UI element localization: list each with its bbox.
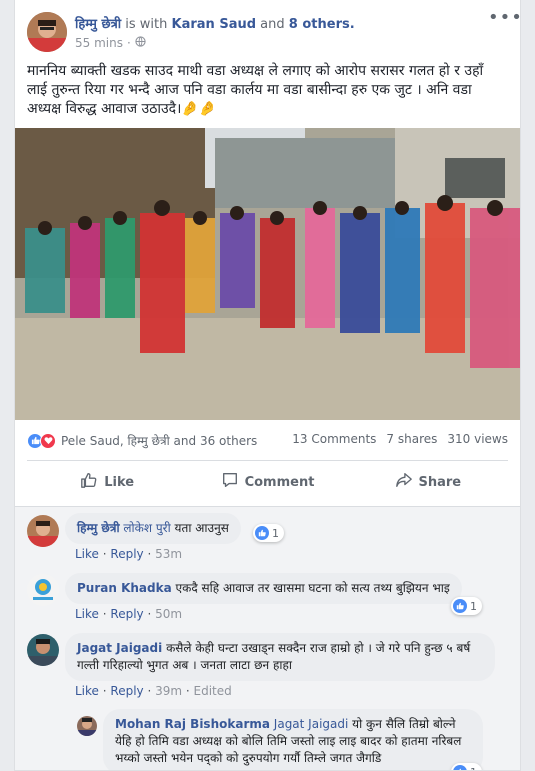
comment-time[interactable]: 50m [155, 607, 182, 621]
comment-text: एकदै सहि आवाज तर खासमा घटना को सत्य तथ्य… [175, 581, 450, 595]
comment-bubble: Puran Khadka एकदै सहि आवाज तर खासमा घटना… [65, 573, 462, 604]
comment-meta: Like · Reply · 39m · Edited [75, 684, 232, 698]
comment-reaction-badge[interactable]: 1 [253, 524, 284, 542]
post-time[interactable]: 55 mins [75, 36, 123, 50]
reply-avatar[interactable] [77, 716, 97, 736]
like-reaction-icon [453, 599, 467, 613]
comment-author[interactable]: हिम्मु छेत्री [77, 521, 120, 535]
others-link[interactable]: 8 others. [289, 17, 355, 32]
post-photo[interactable] [15, 128, 520, 420]
like-label: Like [104, 474, 135, 490]
reply-tag[interactable]: Jagat Jaigadi [274, 717, 349, 731]
time-separator: · [126, 36, 131, 50]
comment-time[interactable]: 53m [155, 547, 182, 561]
reply-bubble: Mohan Raj Bishokarma Jagat Jaigadi यो कु… [103, 709, 483, 770]
post-title-line: हिम्मु छेत्री is with Karan Saud and 8 o… [75, 14, 478, 32]
reply-reaction-badge[interactable]: 1 [451, 763, 482, 771]
stats-divider [27, 460, 508, 461]
commenter-avatar[interactable] [27, 574, 59, 606]
reaction-count: 1 [470, 599, 477, 613]
reactors-text[interactable]: Pele Saud, हिम्मु छेत्री and 36 others [61, 432, 257, 449]
comment-meta: Like · Reply · 50m [75, 607, 183, 621]
tagged-person[interactable]: Karan Saud [172, 17, 257, 32]
author-avatar[interactable] [27, 12, 67, 52]
post-card: हिम्मु छेत्री is with Karan Saud and 8 o… [14, 0, 521, 771]
comment-edited[interactable]: Edited [194, 684, 232, 698]
with-text: is with [125, 17, 168, 32]
more-options-icon[interactable]: ••• [488, 9, 520, 28]
commenter-avatar[interactable] [27, 634, 59, 666]
like-reaction-icon [255, 526, 269, 540]
comment-reply-link[interactable]: Reply [110, 547, 143, 561]
comment-like-link[interactable]: Like [75, 607, 99, 621]
comment-like-link[interactable]: Like [75, 547, 99, 561]
share-label: Share [418, 474, 462, 490]
reaction-count: 1 [272, 526, 279, 540]
author-name[interactable]: हिम्मु छेत्री [75, 17, 121, 32]
love-reaction-icon [40, 432, 56, 449]
like-reaction-icon [453, 765, 467, 770]
comment-tag[interactable]: लोकेश पुरी [123, 521, 170, 535]
comment-button[interactable]: Comment [187, 466, 347, 498]
comment-bubble-icon [221, 471, 239, 493]
comments-count[interactable]: 13 Comments [292, 432, 376, 446]
comments-section: हिम्मु छेत्री लोकेश पुरी यता आउनुस 1 Lik… [15, 506, 520, 770]
views-count: 310 views [447, 432, 508, 446]
commenter-avatar[interactable] [27, 515, 59, 547]
comment-like-link[interactable]: Like [75, 684, 99, 698]
comment-bubble: हिम्मु छेत्री लोकेश पुरी यता आउनुस [65, 513, 241, 544]
comment-meta: Like · Reply · 53m [75, 547, 183, 561]
reply-author[interactable]: Mohan Raj Bishokarma [115, 717, 270, 731]
thumbs-up-icon [80, 471, 98, 493]
comment-label: Comment [244, 474, 315, 490]
share-arrow-icon [395, 471, 413, 493]
like-button[interactable]: Like [27, 466, 187, 498]
share-button[interactable]: Share [348, 466, 508, 498]
post-header: हिम्मु छेत्री is with Karan Saud and 8 o… [27, 9, 520, 56]
globe-icon [135, 36, 146, 50]
comment-reply-link[interactable]: Reply [110, 684, 143, 698]
shares-count[interactable]: 7 shares [386, 432, 437, 446]
comment-author[interactable]: Puran Khadka [77, 581, 172, 595]
post-body: माननिय ब्याक्ती खडक साउद माथी वडा अध्यक्… [27, 63, 484, 117]
comment-text: यता आउनुस [174, 521, 229, 535]
action-bar: Like Comment Share [27, 466, 508, 498]
reactions-summary[interactable]: Pele Saud, हिम्मु छेत्री and 36 others [27, 432, 257, 449]
comment-reaction-badge[interactable]: 1 [451, 597, 482, 615]
and-text: and [260, 17, 285, 32]
post-stats: Pele Saud, हिम्मु छेत्री and 36 others 1… [27, 432, 508, 450]
comment-bubble: Jagat Jaigadi कसैले केही घन्टा उखाड्न सक… [65, 633, 495, 681]
comment-reply-link[interactable]: Reply [110, 607, 143, 621]
comment-time[interactable]: 39m [155, 684, 182, 698]
reaction-count: 1 [470, 766, 477, 771]
comment-author[interactable]: Jagat Jaigadi [77, 641, 162, 655]
